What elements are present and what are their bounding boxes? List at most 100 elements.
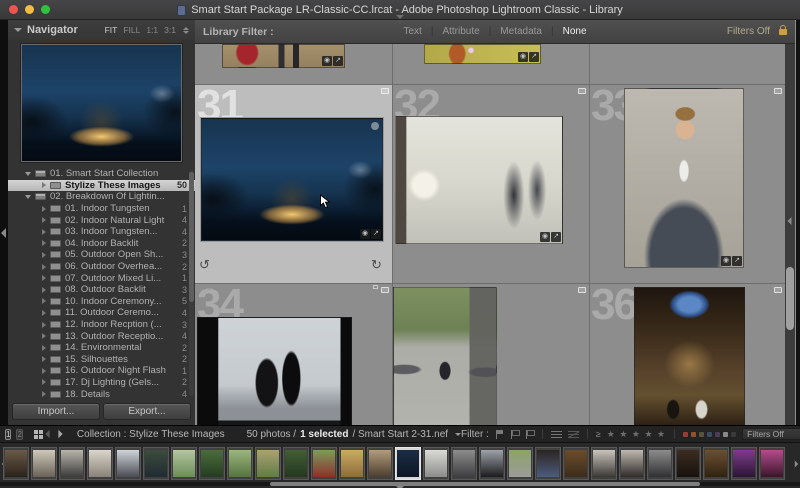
top-panel-collapse-icon[interactable] — [396, 15, 404, 19]
flag-status-icon[interactable] — [373, 285, 378, 289]
filmstrip-scrollbar-thumb[interactable] — [270, 482, 700, 486]
unflagged-icon[interactable] — [510, 430, 519, 439]
collection-set-item[interactable]: 02. Breakdown Of Lightin... — [8, 191, 195, 203]
import-button[interactable]: Import... — [12, 403, 100, 420]
color-label-dot[interactable] — [683, 432, 688, 437]
collection-badge-icon[interactable]: ◉ — [721, 256, 731, 266]
disclosure-icon[interactable] — [42, 345, 46, 351]
color-label-dot[interactable] — [731, 432, 736, 437]
quick-collection-badge-icon[interactable] — [371, 122, 379, 130]
filmstrip-thumbnail[interactable] — [3, 447, 29, 480]
filmstrip-scroll-right-icon[interactable] — [795, 461, 799, 468]
disclosure-icon[interactable] — [25, 172, 31, 176]
disclosure-icon[interactable] — [42, 333, 46, 339]
filmstrip-thumbnail[interactable] — [395, 447, 421, 480]
color-label-dot[interactable] — [715, 432, 720, 437]
collection-badge-icon[interactable]: ◉ — [322, 56, 332, 66]
export-button[interactable]: Export... — [103, 403, 191, 420]
collection-item[interactable]: 08. Outdoor Backlit3 — [8, 284, 195, 296]
photo-thumbnail-grooms-window[interactable]: ◉↗ — [395, 116, 563, 244]
filmstrip-thumbnail[interactable] — [731, 447, 757, 480]
disclosure-icon[interactable] — [42, 368, 46, 374]
photo-thumbnail-night-house[interactable]: ◉↗ — [201, 118, 383, 241]
filmstrip-thumbnail[interactable] — [311, 447, 337, 480]
next-photo-icon[interactable] — [58, 430, 62, 439]
disclosure-icon[interactable] — [42, 217, 46, 223]
grid-scrollbar[interactable] — [785, 44, 795, 425]
filter-lock-icon[interactable] — [779, 29, 787, 35]
tab-text[interactable]: Text — [403, 26, 421, 37]
collection-item[interactable]: 17. Dj Lighting (Gels...2 — [8, 377, 195, 389]
collection-item[interactable]: 06. Outdoor Overhea...2 — [8, 261, 195, 273]
collection-item[interactable]: 03. Indoor Tungsten...4 — [8, 226, 195, 238]
main-window-button[interactable]: 1 — [5, 429, 11, 440]
zoom-1-1-option[interactable]: 1:1 — [146, 25, 158, 35]
filmstrip-thumbnail[interactable] — [115, 447, 141, 480]
filmstrip-thumbnail[interactable] — [703, 447, 729, 480]
disclosure-icon[interactable] — [42, 310, 46, 316]
collection-item[interactable]: 07. Outdoor Mixed Li...1 — [8, 272, 195, 284]
filmstrip-thumbnail[interactable] — [647, 447, 673, 480]
collapse-left-panel-icon[interactable] — [1, 228, 6, 238]
color-label-dot[interactable] — [699, 432, 704, 437]
collection-item[interactable]: 13. Outdoor Receptio...4 — [8, 330, 195, 342]
filmstrip-thumbnail[interactable] — [255, 447, 281, 480]
collection-item[interactable]: 10. Indoor Ceremony...5 — [8, 296, 195, 308]
filmstrip-thumbnail[interactable] — [367, 447, 393, 480]
unedited-filter-icon[interactable] — [568, 431, 579, 438]
collection-item[interactable]: 01. Indoor Tungsten1 — [8, 203, 195, 215]
filmstrip-thumbnail[interactable] — [423, 447, 449, 480]
filmstrip-thumbnail[interactable] — [479, 447, 505, 480]
cell-marker-icon[interactable] — [578, 88, 586, 94]
collection-item[interactable]: 16. Outdoor Night Flash1 — [8, 365, 195, 377]
zoom-fit-option[interactable]: FIT — [105, 25, 118, 35]
tab-none[interactable]: None — [563, 26, 587, 37]
collection-item[interactable]: Stylize These Images50 — [8, 180, 195, 192]
crop-badge-icon[interactable]: ↗ — [732, 256, 742, 266]
collections-scrollbar[interactable] — [189, 170, 194, 396]
selected-filename-label[interactable]: / Smart Start 2-31.nef — [352, 429, 448, 440]
collection-badge-icon[interactable]: ◉ — [540, 232, 550, 242]
cell-marker-icon[interactable] — [381, 287, 389, 293]
zoom-fill-option[interactable]: FILL — [123, 25, 140, 35]
collection-item[interactable]: 05. Outdoor Open Sh...3 — [8, 249, 195, 261]
reject-flag-icon[interactable] — [525, 430, 534, 439]
collection-item[interactable]: 12. Indoor Recption (...3 — [8, 319, 195, 331]
collection-item[interactable]: 11. Outdoor Ceremo...4 — [8, 307, 195, 319]
disclosure-icon[interactable] — [42, 206, 46, 212]
collection-item[interactable]: 14. Environmental2 — [8, 342, 195, 354]
filmstrip-thumbnail[interactable] — [591, 447, 617, 480]
rating-operator[interactable]: ≥ — [596, 429, 601, 439]
cell-marker-icon[interactable] — [774, 88, 782, 94]
crop-badge-icon[interactable]: ↗ — [551, 232, 561, 242]
filters-state-label[interactable]: Filters Off — [727, 26, 770, 37]
disclosure-icon[interactable] — [42, 240, 46, 246]
color-label-dot[interactable] — [723, 432, 728, 437]
filmstrip-thumbnail[interactable] — [563, 447, 589, 480]
navigator-disclosure-icon[interactable] — [14, 28, 22, 32]
collection-item[interactable]: 02. Indoor Natural Light4 — [8, 214, 195, 226]
filmstrip-thumbnail[interactable] — [59, 447, 85, 480]
filmstrip-thumbnail[interactable] — [87, 447, 113, 480]
rating-dots[interactable]: ..... — [203, 285, 227, 291]
disclosure-icon[interactable] — [42, 264, 46, 270]
rotate-right-icon[interactable]: ↻ — [371, 258, 382, 271]
filmstrip-thumbnail[interactable] — [339, 447, 365, 480]
disclosure-icon[interactable] — [42, 322, 46, 328]
disclosure-icon[interactable] — [42, 182, 46, 188]
filmstrip-thumbnail[interactable] — [619, 447, 645, 480]
cell-marker-icon[interactable] — [578, 287, 586, 293]
disclosure-icon[interactable] — [42, 298, 46, 304]
tab-attribute[interactable]: Attribute — [442, 26, 479, 37]
crop-badge-icon[interactable]: ↗ — [529, 52, 539, 62]
filmstrip-thumbnail[interactable] — [199, 447, 225, 480]
zoom-3-1-option[interactable]: 3:1 — [164, 25, 176, 35]
collection-set-item[interactable]: 01. Smart Start Collection — [8, 168, 195, 180]
zoom-ratio-stepper-icon[interactable] — [183, 27, 189, 34]
disclosure-icon[interactable] — [42, 356, 46, 362]
photo-thumbnail-groom-portrait[interactable]: ◉↗ — [624, 88, 744, 268]
star-rating-filter[interactable]: ★ ★ ★ ★ ★ — [607, 429, 666, 440]
filmstrip-thumbnail[interactable] — [143, 447, 169, 480]
navigator-preview-image[interactable] — [21, 44, 182, 162]
cell-marker-icon[interactable] — [774, 287, 782, 293]
